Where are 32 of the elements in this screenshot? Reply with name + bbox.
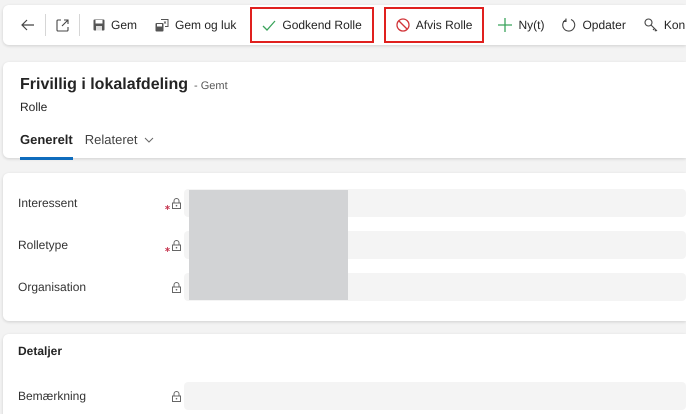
checkmark-icon [262, 20, 276, 30]
required-asterisk-icon [165, 246, 170, 252]
field-label: Organisation [18, 280, 88, 294]
section-title: Detaljer [18, 344, 64, 358]
command-button[interactable]: Afvis Rolle [384, 7, 484, 43]
tab[interactable]: Relateret [84, 128, 154, 160]
plus-icon [498, 18, 512, 32]
back-arrow-icon [21, 19, 35, 31]
save-status: - Gemt [194, 80, 228, 92]
lock-icon [172, 390, 181, 402]
entity-type: Rolle [20, 100, 48, 114]
command-button[interactable]: Kon [634, 7, 686, 43]
chevron-down-icon [144, 136, 154, 142]
field-label: Bemærkning [18, 389, 88, 403]
lock-icon [172, 282, 181, 292]
floppy-disk-icon [155, 18, 170, 32]
record-title: Frivillig i lokalafdeling [20, 76, 188, 94]
command-button[interactable]: Opdater [553, 7, 635, 43]
field-label: Interessent [18, 196, 78, 210]
tab[interactable]: Generelt [20, 128, 73, 160]
command-button[interactable]: Ny(t) [489, 7, 554, 43]
lock-icon [172, 198, 181, 208]
lock-icon [172, 240, 181, 250]
required-asterisk-icon [165, 204, 170, 210]
command-button[interactable]: Gem [84, 7, 146, 43]
key-icon [644, 18, 658, 32]
popout-icon [56, 18, 69, 32]
refresh-icon [562, 18, 576, 32]
field-label: Rolletype [18, 238, 70, 252]
command-button[interactable]: Godkend Rolle [250, 7, 374, 43]
prohibited-icon [396, 18, 410, 32]
command-button[interactable]: Gem og luk [146, 7, 246, 43]
